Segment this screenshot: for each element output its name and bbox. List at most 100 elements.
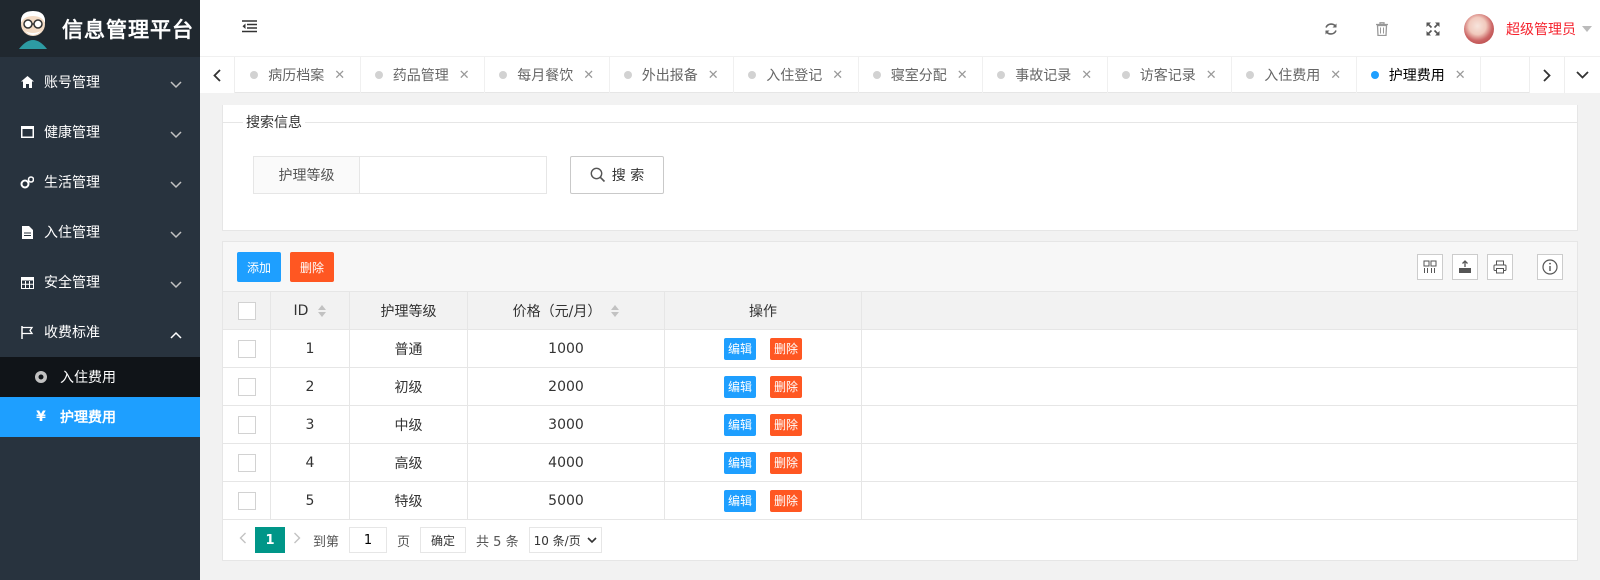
pager-size-select[interactable]: 10 条/页 [528,527,602,553]
close-icon[interactable]: ✕ [1455,68,1466,83]
columns-filter-icon[interactable] [1417,254,1443,280]
header-id-label: ID [293,302,309,319]
table-toolbar: 添加 删除 [223,242,1577,292]
row-checkbox[interactable] [237,491,256,510]
delete-button[interactable]: 删除 [770,451,803,474]
sidebar-item-label: 账号管理 [44,75,100,91]
delete-button[interactable]: 删除 [770,489,803,512]
tab-next-button[interactable] [1529,57,1564,93]
cell-id: 5 [271,482,350,519]
export-icon[interactable] [1452,254,1478,280]
sort-icon[interactable] [611,304,620,317]
delete-button[interactable]: 删除 [770,375,803,398]
tab-dot [997,71,1006,79]
chevron-down-icon [170,277,182,293]
pager-prev-icon[interactable] [239,532,247,548]
tab-prev-button[interactable] [200,57,235,93]
cell-level: 高级 [350,444,468,481]
sidebar-item-fees[interactable]: 收费标准 [0,307,200,357]
header-price[interactable]: 价格（元/月） [468,292,665,329]
tab-label: 入住费用 [1264,68,1321,84]
tab-checkin[interactable]: 入住登记 ✕ [734,57,859,93]
edit-button[interactable]: 编辑 [723,337,756,360]
tab-label: 药品管理 [392,68,449,84]
sidebar-item-checkin[interactable]: 入住管理 [0,207,200,257]
delete-button[interactable]: 删除 [770,413,803,436]
close-icon[interactable]: ✕ [1206,68,1217,83]
row-checkbox[interactable] [237,377,256,396]
cell-id: 1 [271,330,350,367]
search-button[interactable]: 搜 索 [570,156,664,194]
close-icon[interactable]: ✕ [334,68,345,83]
row-checkbox-cell [223,330,271,367]
tab-outing[interactable]: 外出报备 ✕ [610,57,734,93]
row-checkbox[interactable] [237,453,256,472]
tab-meals[interactable]: 每月餐饮 ✕ [485,57,610,93]
logo-area[interactable]: 信息管理平台 [0,0,200,57]
cell-ops: 编辑 删除 [665,368,862,405]
tab-accidents[interactable]: 事故记录 ✕ [983,57,1108,93]
close-icon[interactable]: ✕ [1081,68,1092,83]
table-card: 添加 删除 ID 护理等级 价格（元/月） 操作 1 普通 1000 编辑 删除 … [222,241,1578,561]
cell-ops: 编辑 删除 [665,406,862,443]
nursing-level-input[interactable] [360,156,547,194]
tab-visitors[interactable]: 访客记录 ✕ [1108,57,1232,93]
sidebar-item-safety[interactable]: 安全管理 [0,257,200,307]
close-icon[interactable]: ✕ [583,68,594,83]
close-icon[interactable]: ✕ [708,68,719,83]
tab-dot [374,71,383,79]
cell-id: 3 [271,406,350,443]
tab-checkin-fee[interactable]: 入住费用 ✕ [1232,57,1357,93]
close-icon[interactable]: ✕ [459,68,470,83]
row-checkbox[interactable] [237,339,256,358]
tab-dot [872,71,881,79]
refresh-icon[interactable] [1305,22,1356,36]
tab-medical-records[interactable]: 病历档案 ✕ [236,57,361,93]
close-icon[interactable]: ✕ [957,68,968,83]
sort-icon[interactable] [318,304,327,317]
sidebar-subitem-checkin-fee[interactable]: 入住费用 [0,357,200,397]
caret-down-icon[interactable] [1582,25,1592,32]
trash-icon[interactable] [1356,21,1407,36]
username-label[interactable]: 超级管理员 [1506,19,1576,39]
tab-nursing-fee[interactable]: 护理费用 ✕ [1357,57,1481,93]
fullscreen-icon[interactable] [1407,21,1458,36]
pager-confirm-button[interactable]: 确定 [420,527,467,553]
header-ops-label: 操作 [749,303,777,320]
edit-button[interactable]: 编辑 [723,451,756,474]
edit-button[interactable]: 编辑 [723,413,756,436]
sidebar-menu: 账号管理 健康管理 生活管理 入住管理 安全管理 收费标准 入住费用 ¥ 护理费… [0,57,200,437]
info-icon[interactable] [1537,254,1563,280]
avatar[interactable] [1464,13,1494,44]
tab-menu-button[interactable] [1564,57,1600,93]
pager-next-icon[interactable] [293,532,301,548]
row-checkbox[interactable] [237,415,256,434]
sidebar-item-life[interactable]: 生活管理 [0,157,200,207]
header-id[interactable]: ID [271,292,350,329]
tab-label: 入住登记 [766,68,823,84]
tab-dot [748,71,757,79]
select-all-checkbox[interactable] [237,301,256,320]
sidebar-subitem-nursing-fee[interactable]: ¥ 护理费用 [0,397,200,437]
sidebar-item-health[interactable]: 健康管理 [0,107,200,157]
tab-label: 病历档案 [268,68,325,84]
sidebar-item-account[interactable]: 账号管理 [0,57,200,107]
add-button[interactable]: 添加 [237,252,282,282]
batch-delete-button[interactable]: 删除 [290,252,335,282]
table-row: 1 普通 1000 编辑 删除 [223,330,1577,368]
tab-dot [1370,71,1379,79]
pager-page-input[interactable] [349,527,388,553]
pager-current-page[interactable]: 1 [255,527,285,553]
edit-button[interactable]: 编辑 [723,489,756,512]
header-checkbox-cell [223,292,271,329]
close-icon[interactable]: ✕ [832,68,843,83]
tab-label: 访客记录 [1139,68,1196,84]
edit-button[interactable]: 编辑 [723,375,756,398]
menu-toggle-icon[interactable] [242,20,257,37]
tab-drugs[interactable]: 药品管理 ✕ [361,57,485,93]
print-icon[interactable] [1487,254,1513,280]
tab-rooms[interactable]: 寝室分配 ✕ [859,57,983,93]
delete-button[interactable]: 删除 [770,337,803,360]
tab-bar: 病历档案 ✕ 药品管理 ✕ 每月餐饮 ✕ 外出报备 ✕ 入住登记 ✕ 寝室分配 ✕ 事故记录… [200,57,1600,93]
close-icon[interactable]: ✕ [1330,68,1341,83]
